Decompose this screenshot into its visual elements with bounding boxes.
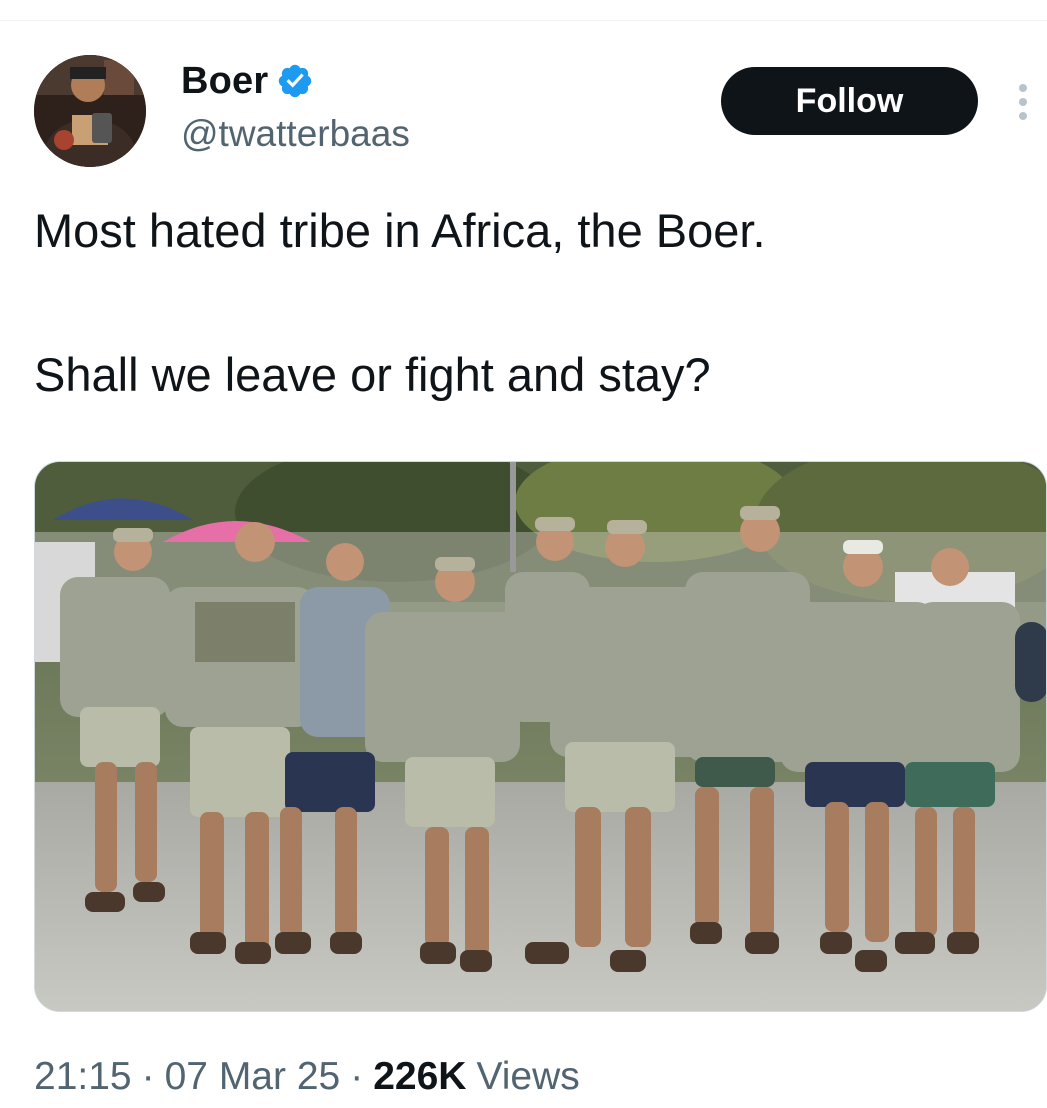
views-label: Views [476,1055,580,1098]
tweet-date[interactable]: 07 Mar 25 [165,1055,341,1099]
avatar-photo [34,55,146,167]
verified-badge-icon [279,64,312,98]
avatar[interactable] [34,55,146,167]
tweet-time[interactable]: 21:15 [34,1055,132,1099]
group-walking-photo [35,462,1046,1011]
more-vertical-icon[interactable] [1010,80,1036,124]
meta-separator: · [141,1055,155,1098]
meta-separator: · [350,1055,364,1098]
display-name[interactable]: Boer [181,60,268,103]
tweet-text-line-2: Shall we leave or fight and stay? [34,348,711,401]
follow-button[interactable]: Follow [721,67,978,135]
author-name-row: Boer [181,56,314,106]
views-count: 226K [373,1055,467,1098]
tweet-meta: 21:15 · 07 Mar 25 · 226K Views [34,1055,580,1099]
author-handle[interactable]: @twatterbaas [181,113,410,155]
top-divider [0,20,1047,21]
tweet-media-image[interactable] [34,461,1047,1012]
tweet-text-line-1: Most hated tribe in Africa, the Boer. [34,204,766,257]
